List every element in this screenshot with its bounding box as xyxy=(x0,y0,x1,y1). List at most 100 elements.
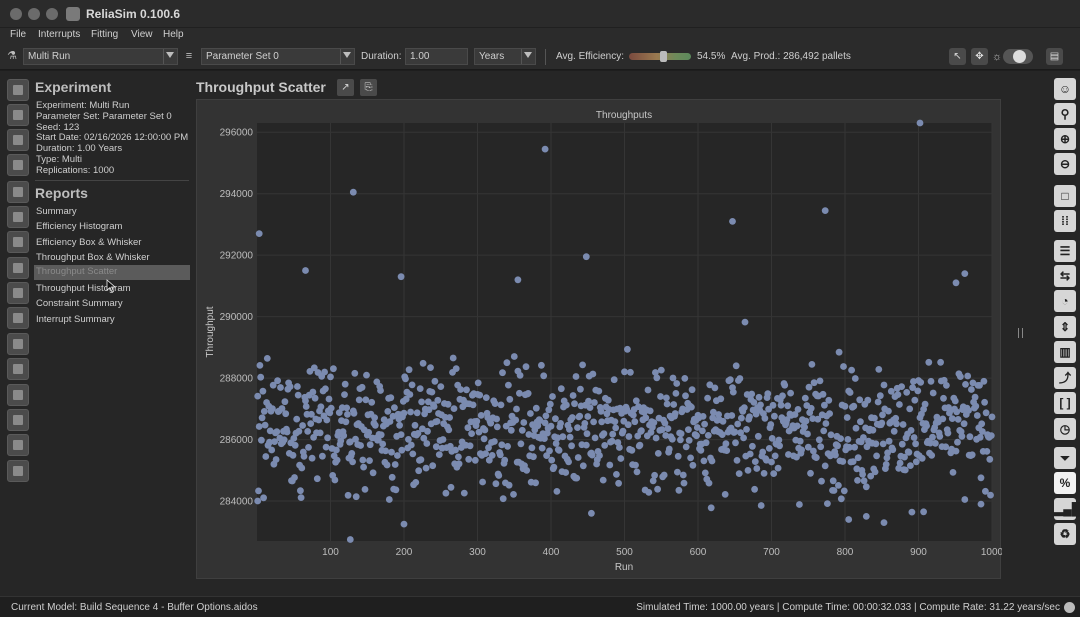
percent-icon[interactable]: % xyxy=(1054,472,1076,494)
station-icon[interactable] xyxy=(7,129,29,151)
duration-input[interactable]: 1.00 xyxy=(405,48,468,65)
report-throughput-box-whisker[interactable]: Throughput Box & Whisker xyxy=(36,252,150,263)
bar-chart-icon[interactable]: ▂▄█ xyxy=(1054,498,1080,520)
scatter-point xyxy=(718,431,726,438)
report-efficiency-histogram[interactable]: Efficiency Histogram xyxy=(36,221,122,232)
transfer-icon[interactable] xyxy=(7,257,29,279)
square-icon[interactable]: □ xyxy=(1054,185,1076,207)
machine-icon[interactable] xyxy=(7,104,29,126)
scatter-point xyxy=(549,393,556,400)
scatter-point xyxy=(650,419,658,426)
scatter-point xyxy=(768,458,775,466)
scatter-point xyxy=(391,461,399,468)
fork-icon[interactable]: ⤴ xyxy=(1054,367,1076,389)
scatter-point xyxy=(702,439,710,447)
pin-icon[interactable]: ⚲ xyxy=(1054,103,1076,125)
scatter-point xyxy=(632,461,639,469)
scatter-point xyxy=(588,509,595,517)
menu-view[interactable]: View xyxy=(131,29,153,40)
storage-icon[interactable] xyxy=(7,282,29,304)
list-icon[interactable]: ☰ xyxy=(1054,240,1076,262)
scatter-point xyxy=(628,446,636,454)
scatter-point xyxy=(309,388,317,396)
roller-icon[interactable] xyxy=(7,333,29,355)
y-tick-label: 296000 xyxy=(220,128,254,139)
scatter-point xyxy=(361,486,369,493)
scatter-point xyxy=(898,383,905,390)
scatter-point xyxy=(307,420,315,427)
scatter-point xyxy=(394,452,401,459)
bracket-icon[interactable]: [ ] xyxy=(1054,392,1076,414)
buffer-icon[interactable] xyxy=(7,307,29,329)
duration-unit-select[interactable]: Years xyxy=(474,48,536,65)
shuffle-icon[interactable]: ⇆ xyxy=(1054,265,1076,287)
grid-icon[interactable]: ⁞⁞ xyxy=(1054,210,1076,232)
menu-interrupts[interactable]: Interrupts xyxy=(38,29,80,40)
scatter-point xyxy=(903,389,911,396)
operator-icon[interactable] xyxy=(7,434,29,456)
experiment-line: Type: Multi xyxy=(36,154,82,165)
menu-help[interactable]: Help xyxy=(163,29,184,40)
chat-button[interactable]: ▤ xyxy=(1046,48,1063,65)
scatter-point xyxy=(496,451,504,459)
trash-icon[interactable]: ♻ xyxy=(1054,523,1076,545)
duration-unit-value: Years xyxy=(479,51,505,62)
parameter-set-select[interactable]: Parameter Set 0 xyxy=(201,48,355,65)
copy-button[interactable]: ⎘ xyxy=(360,79,377,96)
smiley-icon[interactable]: ☺ xyxy=(1054,78,1076,100)
report-throughput-scatter[interactable]: Throughput Scatter xyxy=(34,265,190,280)
scatter-point xyxy=(524,390,532,397)
sorter-icon[interactable] xyxy=(7,384,29,406)
move-tool-button[interactable]: ✥ xyxy=(971,48,988,65)
split-icon[interactable]: ⇕ xyxy=(1054,316,1076,338)
timer-icon[interactable]: ◷ xyxy=(1054,418,1076,440)
scatter-point xyxy=(492,480,500,488)
scatter-point xyxy=(822,420,830,427)
book-icon[interactable]: ▥ xyxy=(1054,341,1076,363)
document-icon[interactable] xyxy=(7,79,29,101)
report-throughput-histogram[interactable]: Throughput Histogram xyxy=(36,283,131,294)
report-interrupt-summary[interactable]: Interrupt Summary xyxy=(36,314,115,325)
conveyor-icon[interactable] xyxy=(7,154,29,176)
pointer-tool-button[interactable]: ↖ xyxy=(949,48,966,65)
scatter-point xyxy=(493,423,501,431)
zoom-in-icon[interactable]: ⊕ xyxy=(1054,128,1076,150)
scatter-point xyxy=(642,414,650,422)
rack-icon[interactable] xyxy=(7,409,29,431)
export-button[interactable]: ↗ xyxy=(337,79,354,96)
scatter-point xyxy=(912,440,919,448)
scatter-point xyxy=(412,479,420,486)
gauge-icon[interactable]: ◔ xyxy=(1054,290,1076,312)
run-mode-select[interactable]: Multi Run xyxy=(23,48,178,65)
menu-file[interactable]: File xyxy=(10,29,26,40)
scatter-point xyxy=(344,411,351,418)
x-axis-label: Run xyxy=(615,562,633,573)
window-minimize-button[interactable] xyxy=(28,8,40,20)
window-maximize-button[interactable] xyxy=(46,8,58,20)
scatter-point xyxy=(771,412,778,420)
assembly-icon[interactable] xyxy=(7,206,29,228)
scatter-point xyxy=(672,390,680,397)
scatter-point xyxy=(962,381,969,388)
scatter-point xyxy=(729,388,737,396)
report-efficiency-box-whisker[interactable]: Efficiency Box & Whisker xyxy=(36,237,141,248)
zoom-out-icon[interactable]: ⊖ xyxy=(1054,153,1076,175)
scrap-icon[interactable] xyxy=(7,460,29,482)
scatter-point xyxy=(280,436,288,444)
scatter-point xyxy=(910,434,918,441)
report-constraint-summary[interactable]: Constraint Summary xyxy=(36,298,123,309)
report-summary[interactable]: Summary xyxy=(36,206,77,217)
scatter-point xyxy=(851,375,859,382)
tank-icon[interactable] xyxy=(7,358,29,380)
robot-arm-icon[interactable] xyxy=(7,181,29,203)
scatter-point xyxy=(546,447,553,455)
funnel-icon[interactable]: ⏷ xyxy=(1054,447,1076,469)
scatter-point xyxy=(769,401,777,409)
splitter-handle[interactable] xyxy=(1018,328,1023,338)
scatter-point xyxy=(466,442,474,450)
press-icon[interactable] xyxy=(7,231,29,253)
scatter-point xyxy=(255,423,263,430)
scatter-point xyxy=(652,434,660,442)
menu-fitting[interactable]: Fitting xyxy=(91,29,118,40)
window-close-button[interactable] xyxy=(10,8,22,20)
